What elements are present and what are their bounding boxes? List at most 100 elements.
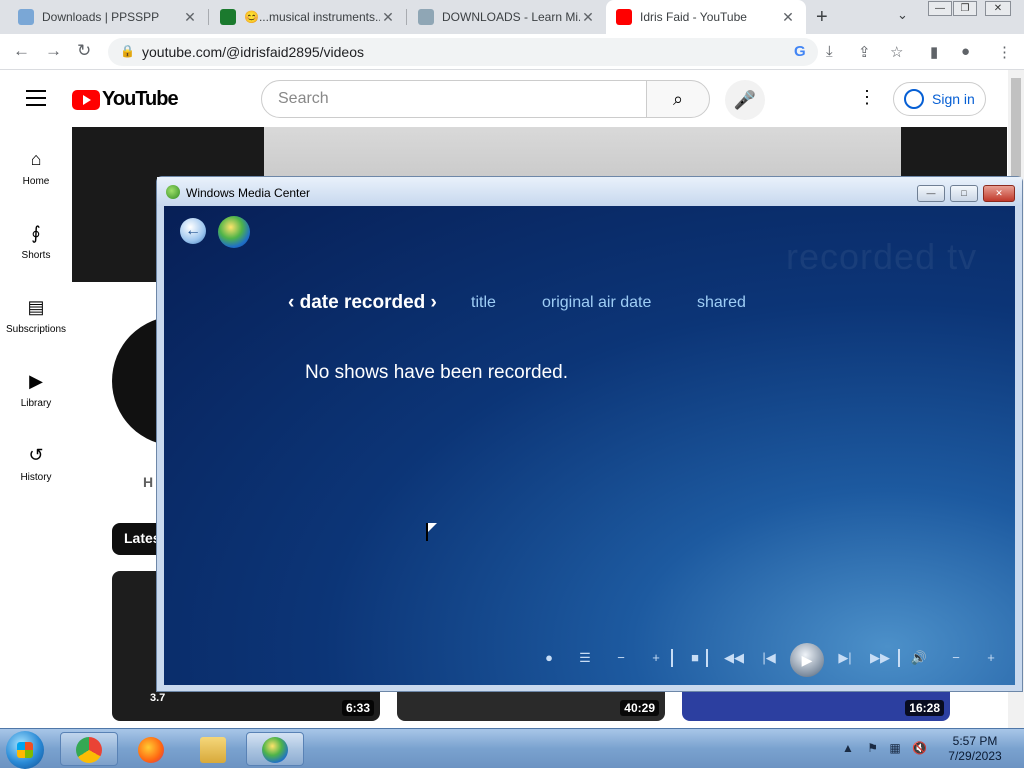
tab-youtube[interactable]: Idris Faid - YouTube ✕ bbox=[606, 0, 806, 34]
action-center-icon[interactable]: ⚑ bbox=[867, 741, 878, 755]
tab-downloads-learn[interactable]: DOWNLOADS - Learn Mi... ✕ bbox=[408, 0, 606, 34]
youtube-logo[interactable]: YouTube bbox=[72, 88, 179, 111]
thumbnail-overlay-text: 3.7 bbox=[150, 692, 166, 704]
chevron-down-icon[interactable]: ⌄ bbox=[897, 7, 908, 23]
search-input[interactable]: Search bbox=[261, 80, 647, 118]
close-icon[interactable]: ✕ bbox=[380, 9, 396, 26]
kebab-menu-icon[interactable]: ⋮ bbox=[997, 43, 1012, 61]
rewind-icon[interactable]: ◀◀ bbox=[724, 650, 744, 666]
fast-forward-icon[interactable]: ▶▶ bbox=[870, 650, 890, 666]
close-icon[interactable]: ✕ bbox=[580, 9, 596, 26]
firefox-icon bbox=[138, 737, 164, 763]
profile-icon[interactable]: ● bbox=[961, 43, 970, 60]
bookmark-star-icon[interactable]: ☆ bbox=[890, 43, 903, 61]
play-button[interactable]: ▶ bbox=[790, 643, 824, 677]
install-icon[interactable]: ⤓ bbox=[826, 43, 833, 60]
stop-icon[interactable]: ■ bbox=[685, 650, 705, 665]
close-icon[interactable]: ✕ bbox=[182, 9, 198, 26]
tab-title: 😊...musical instruments... bbox=[244, 10, 380, 24]
windows-logo-icon bbox=[17, 742, 33, 758]
network-icon[interactable]: ▦ bbox=[889, 741, 900, 755]
address-bar[interactable]: 🔒 youtube.com/@idrisfaid2895/videos bbox=[108, 38, 818, 66]
restore-button[interactable]: ❐ bbox=[953, 1, 977, 16]
library-icon: ▶ bbox=[29, 371, 43, 391]
back-arrow-icon[interactable]: ← bbox=[13, 41, 30, 61]
new-tab-icon[interactable]: + bbox=[816, 6, 828, 29]
video-duration: 6:33 bbox=[341, 700, 374, 716]
sign-in-button[interactable]: Sign in bbox=[893, 82, 986, 116]
empty-state-message: No shows have been recorded. bbox=[305, 362, 568, 383]
lock-icon: 🔒 bbox=[120, 44, 135, 58]
maximize-button[interactable]: □ bbox=[950, 185, 978, 202]
subscriptions-icon: ▤ bbox=[27, 297, 45, 317]
browser-tab-strip: Downloads | PPSSPP ✕ 😊...musical instrum… bbox=[0, 0, 1024, 34]
chevron-left-icon[interactable]: ‹ bbox=[288, 292, 300, 313]
url-text: youtube.com/@idrisfaid2895/videos bbox=[142, 44, 365, 60]
tab-ppsspp[interactable]: Downloads | PPSSPP ✕ bbox=[8, 0, 208, 34]
pivot-shared[interactable]: shared bbox=[697, 294, 746, 312]
window-titlebar[interactable]: Windows Media Center — □ ✕ bbox=[157, 177, 1022, 206]
sidebar-item-subscriptions[interactable]: ▤ Subscriptions bbox=[0, 297, 72, 335]
skip-forward-icon[interactable]: ▶| bbox=[835, 650, 855, 666]
windows-taskbar: ▲ ⚑ ▦ 🔇 5:57 PM 7/29/2023 bbox=[0, 728, 1024, 769]
tab-title: Downloads | PPSSPP bbox=[42, 10, 160, 24]
volume-up-icon[interactable]: + bbox=[981, 650, 1001, 665]
taskbar-item-explorer[interactable] bbox=[184, 732, 242, 766]
pivot-date-recorded[interactable]: ‹ date recorded › bbox=[288, 292, 437, 314]
media-center-stage: ← recorded tv ‹ date recorded › title or… bbox=[164, 206, 1015, 685]
skip-back-icon[interactable]: |◀ bbox=[759, 650, 779, 666]
home-icon: ⌂ bbox=[30, 149, 42, 169]
share-icon[interactable]: ⇪ bbox=[858, 43, 871, 61]
side-panel-icon[interactable]: ▮ bbox=[930, 43, 938, 61]
minimize-button[interactable]: — bbox=[928, 1, 952, 16]
show-hidden-icons-icon[interactable]: ▲ bbox=[842, 741, 854, 755]
sidebar-item-shorts[interactable]: ∮ Shorts bbox=[0, 223, 72, 261]
close-window-button[interactable]: ✕ bbox=[985, 1, 1011, 16]
search-button[interactable]: ⌕ bbox=[646, 80, 710, 118]
channel-up-icon[interactable]: + bbox=[646, 650, 666, 665]
google-icon[interactable]: G bbox=[794, 43, 806, 60]
volume-muted-icon[interactable]: 🔇 bbox=[912, 741, 927, 755]
taskbar-item-firefox[interactable] bbox=[122, 732, 180, 766]
browser-toolbar: ← → ↻ 🔒 youtube.com/@idrisfaid2895/video… bbox=[0, 34, 1024, 70]
pivot-original-air-date[interactable]: original air date bbox=[542, 294, 651, 312]
history-icon: ↺ bbox=[28, 445, 44, 465]
chevron-right-icon[interactable]: › bbox=[425, 292, 437, 313]
guide-list-icon[interactable]: ☰ bbox=[575, 650, 595, 666]
control-divider bbox=[706, 649, 708, 667]
forward-arrow-icon[interactable]: → bbox=[45, 41, 62, 61]
microphone-icon: 🎤 bbox=[733, 90, 757, 110]
sidebar-item-library[interactable]: ▶ Library bbox=[0, 371, 72, 409]
system-clock[interactable]: 5:57 PM 7/29/2023 bbox=[930, 734, 1020, 764]
sidebar-item-history[interactable]: ↺ History bbox=[0, 445, 72, 483]
media-center-window: Windows Media Center — □ ✕ ← recorded tv… bbox=[156, 176, 1023, 692]
record-icon[interactable]: ● bbox=[539, 650, 559, 665]
site-favicon-icon bbox=[220, 9, 236, 25]
taskbar-item-media-center[interactable] bbox=[246, 732, 304, 766]
pivot-title[interactable]: title bbox=[471, 294, 496, 312]
hamburger-menu-icon[interactable] bbox=[26, 90, 46, 111]
tab-title: Idris Faid - YouTube bbox=[640, 10, 747, 24]
control-divider bbox=[898, 649, 900, 667]
volume-down-icon[interactable]: − bbox=[946, 650, 966, 665]
mute-icon[interactable]: 🔊 bbox=[909, 650, 929, 666]
system-tray: ▲ ⚑ ▦ 🔇 bbox=[842, 741, 927, 755]
tab-musical-instruments[interactable]: 😊...musical instruments... ✕ bbox=[210, 0, 406, 34]
media-center-start-icon[interactable] bbox=[218, 216, 250, 248]
close-button[interactable]: ✕ bbox=[983, 185, 1015, 202]
close-icon[interactable]: ✕ bbox=[780, 9, 796, 26]
start-button[interactable] bbox=[6, 731, 44, 769]
channel-down-icon[interactable]: − bbox=[611, 650, 631, 665]
tab-divider bbox=[208, 9, 209, 25]
channel-name: H bbox=[143, 474, 154, 490]
site-favicon-icon bbox=[418, 9, 434, 25]
youtube-play-icon bbox=[72, 89, 100, 110]
settings-menu-icon[interactable]: ⋮ bbox=[858, 87, 876, 108]
minimize-button[interactable]: — bbox=[917, 185, 945, 202]
taskbar-item-chrome[interactable] bbox=[60, 732, 118, 766]
voice-search-button[interactable]: 🎤 bbox=[725, 80, 765, 120]
media-center-icon bbox=[166, 185, 180, 199]
reload-icon[interactable]: ↻ bbox=[77, 41, 91, 61]
sidebar-item-home[interactable]: ⌂ Home bbox=[0, 149, 72, 187]
back-arrow-icon[interactable]: ← bbox=[180, 218, 206, 244]
